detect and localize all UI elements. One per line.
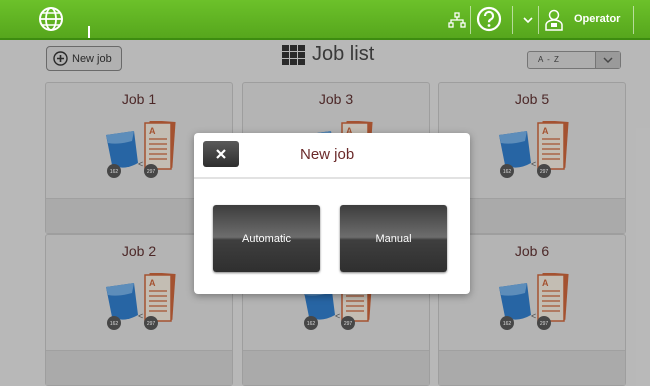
help-icon[interactable] (476, 6, 502, 32)
top-bar: Operator (0, 0, 650, 40)
menu-notch (88, 26, 90, 40)
network-icon[interactable] (448, 12, 466, 28)
globe-icon[interactable] (38, 6, 64, 32)
separator (633, 6, 634, 34)
separator (512, 6, 513, 34)
separator (538, 6, 539, 34)
dialog-header: New job (194, 133, 470, 179)
manual-button[interactable]: Manual (340, 205, 447, 272)
chevron-down-icon[interactable] (522, 14, 534, 26)
close-button[interactable] (203, 141, 239, 167)
dialog-title: New job (300, 146, 355, 163)
operator-label[interactable]: Operator (574, 13, 620, 25)
new-job-dialog: New job Automatic Manual (194, 133, 470, 294)
automatic-button[interactable]: Automatic (213, 205, 320, 272)
separator (470, 6, 471, 34)
close-icon (216, 149, 226, 159)
operator-icon[interactable] (544, 9, 564, 31)
